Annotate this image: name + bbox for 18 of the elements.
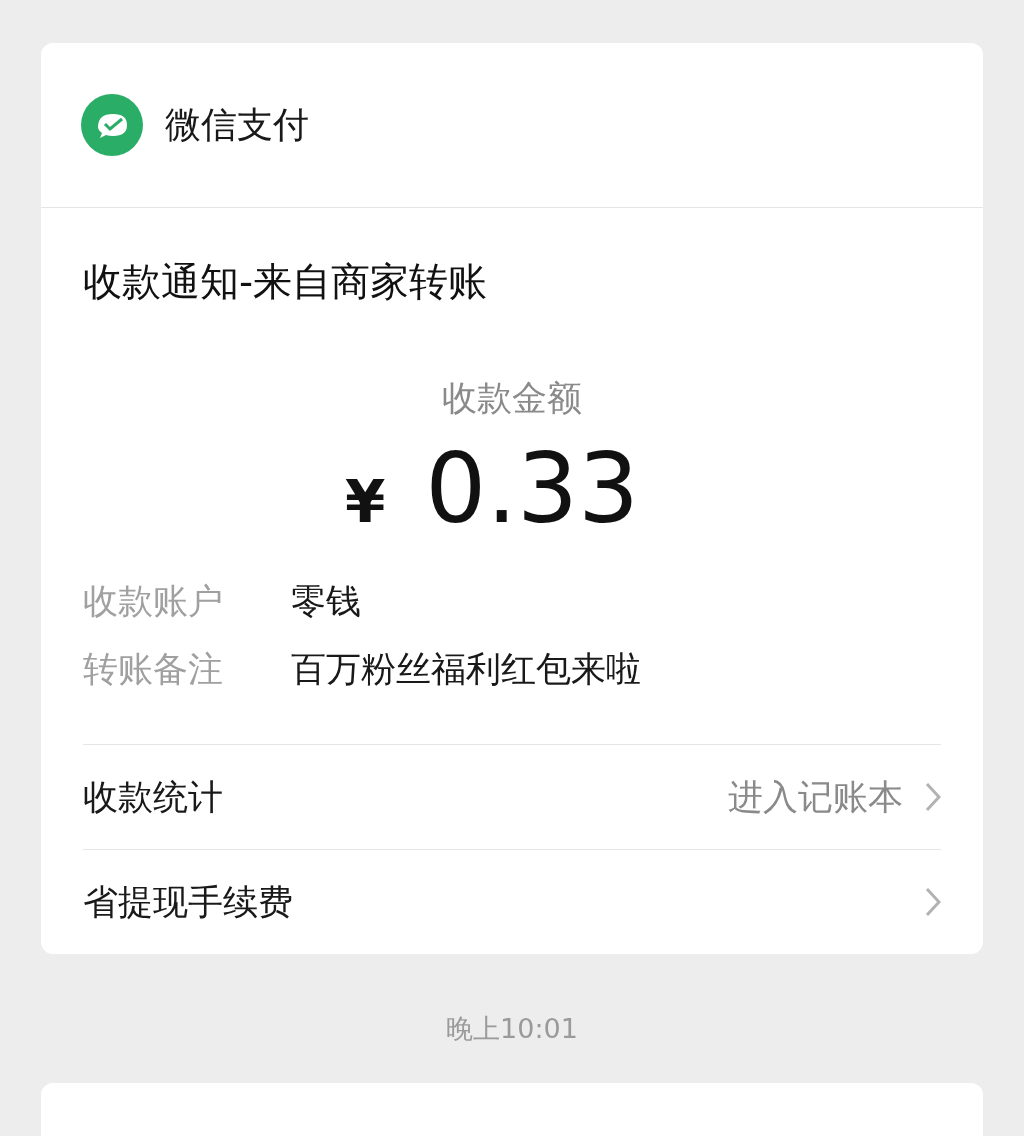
link-label: 省提现手续费 <box>83 880 294 924</box>
chevron-icon <box>925 887 941 917</box>
wechat-pay-logo-icon <box>81 94 143 156</box>
message-time: 晚上10:01 <box>446 1012 578 1046</box>
detail-label: 收款账户 <box>83 580 224 623</box>
detail-label: 转账备注 <box>83 648 224 691</box>
chevron-icon <box>925 782 941 812</box>
detail-value: 百万粉丝福利红包来啦 <box>291 648 642 691</box>
detail-value: 零钱 <box>291 580 362 623</box>
currency-symbol: ¥ <box>344 468 386 536</box>
amount-value: 0.33 <box>425 434 640 544</box>
link-row[interactable]: 收款统计 进入记账本 <box>83 744 941 849</box>
link-hint: 进入记账本 <box>728 775 903 819</box>
link-label: 收款统计 <box>83 775 224 819</box>
link-row[interactable]: 省提现手续费 <box>83 849 941 954</box>
notification-title: 收款通知-来自商家转账 <box>82 258 489 306</box>
app-name: 微信支付 <box>165 102 309 147</box>
amount-label: 收款金额 <box>441 377 583 420</box>
